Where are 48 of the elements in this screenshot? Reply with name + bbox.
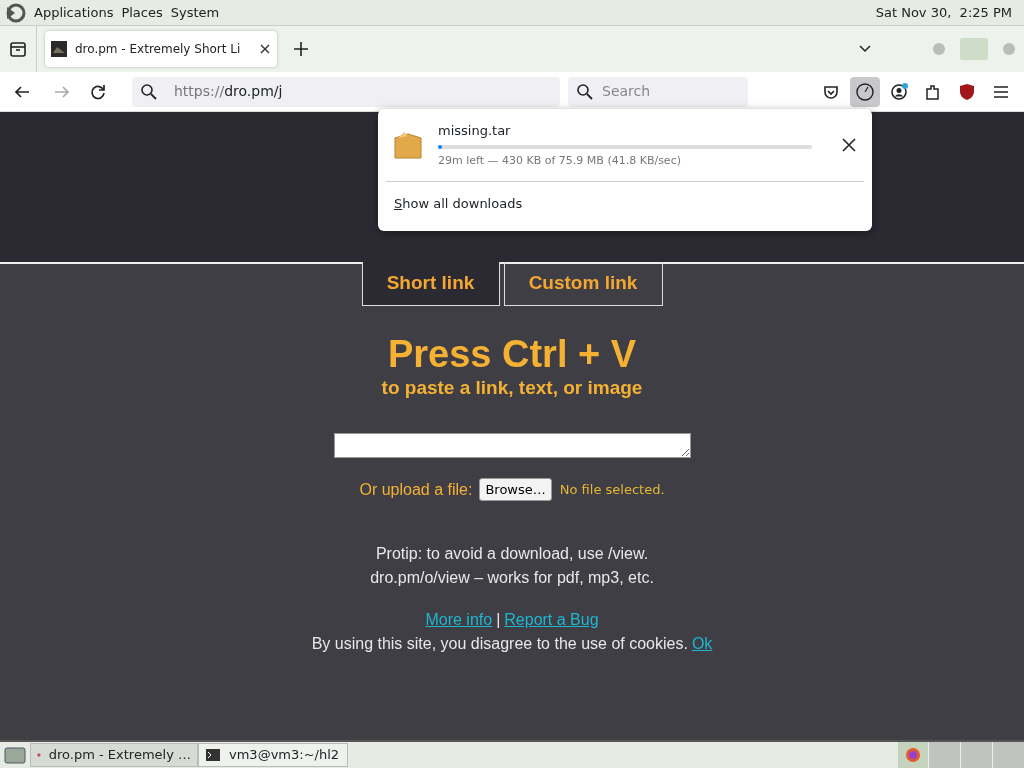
show-all-downloads[interactable]: Show all downloads: [378, 186, 872, 222]
protip-text: Protip: to avoid a download, use /view.: [374, 543, 650, 564]
upload-label: Or upload a file:: [359, 479, 473, 500]
search-placeholder: Search: [602, 82, 651, 101]
link[interactable]: More info: [425, 607, 493, 632]
search-icon: [140, 82, 158, 101]
gauge-icon: [855, 81, 875, 102]
page-tab[interactable]: Short link: [361, 262, 500, 306]
text-area[interactable]: [333, 432, 691, 458]
terminal-icon: [205, 747, 221, 763]
favicon-icon: [51, 41, 67, 57]
file-name: missing.tar: [438, 122, 512, 140]
subheading: to paste a link, text, or image: [381, 376, 643, 400]
separator: |: [496, 609, 501, 630]
tab-list-icon[interactable]: [8, 39, 28, 59]
search-icon: [576, 82, 594, 101]
browser-tab[interactable]: dro.pm - Extremely Short Li: [45, 31, 277, 67]
cookie-notice: By using this site, you disagree to the use of cookies.: [311, 633, 688, 654]
toolbar-button[interactable]: [850, 76, 880, 107]
task-label: vm3@vm3:~/hl2: [229, 746, 340, 765]
close-icon[interactable]: [259, 43, 271, 55]
new-tab-icon[interactable]: [293, 41, 309, 57]
browse-button[interactable]: Browse…: [479, 477, 552, 502]
download-status: 29m left — 430 KB of 75.9 MB (41.8 KB/sec): [438, 152, 682, 169]
link[interactable]: Report a Bug: [504, 607, 599, 632]
box-icon: [394, 130, 422, 160]
show-desktop-icon[interactable]: [4, 745, 26, 765]
logo-icon[interactable]: [4, 1, 26, 24]
shield-icon: [957, 81, 977, 102]
ok-link[interactable]: Ok: [691, 631, 713, 656]
tab-title: dro.pm - Extremely Short Li: [75, 41, 242, 58]
heading: Press Ctrl + V: [387, 334, 637, 374]
account-icon: [889, 81, 909, 102]
file-status: No file selected.: [559, 480, 665, 499]
tray-item[interactable]: [898, 742, 928, 768]
url-text: https://dro.pm/j: [174, 82, 283, 101]
url-field[interactable]: https://dro.pm/j: [132, 76, 560, 107]
task-label: dro.pm - Extremely …: [48, 746, 191, 765]
page-tab[interactable]: Custom link: [503, 262, 663, 306]
close-icon[interactable]: [842, 138, 856, 152]
menu-item[interactable]: Applications: [34, 2, 114, 23]
browser-icon: [905, 747, 921, 763]
taskbar-button[interactable]: vm3@vm3:~/hl2: [198, 743, 348, 767]
protip-text: dro.pm/o/view – works for pdf, mp3, etc.: [370, 567, 654, 588]
taskbar-button[interactable]: dro.pm - Extremely …: [30, 743, 198, 767]
menu-item[interactable]: Places: [121, 2, 163, 23]
menu-item[interactable]: System: [170, 2, 220, 23]
clock: Sat Nov 30, 2:25 PM: [875, 3, 1012, 22]
